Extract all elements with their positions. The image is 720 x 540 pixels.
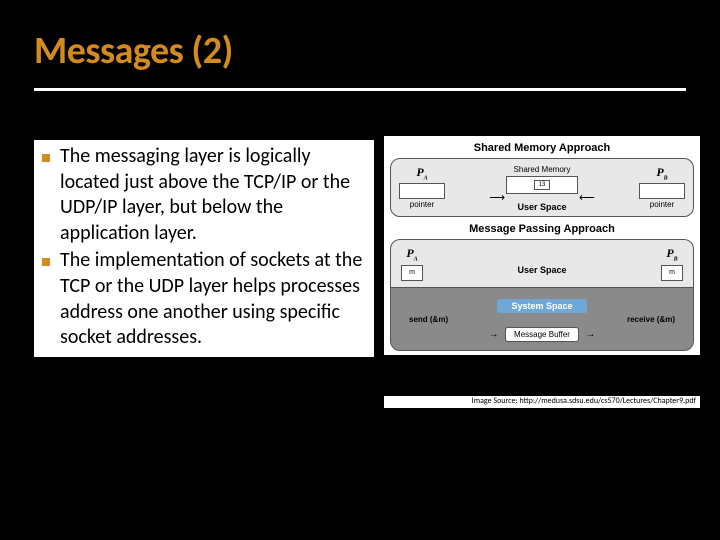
- shared-memory-cell: 13: [534, 180, 550, 190]
- figure-area: Shared Memory Approach PA pointer Shared…: [384, 136, 700, 355]
- system-space-label: System Space: [497, 299, 586, 313]
- figure2-upper: PA m User Space PB m ↓ ↑: [390, 239, 694, 286]
- process-b-group-2: PB m: [661, 246, 683, 280]
- bullet-item: The implementation of sockets at the TCP…: [38, 248, 368, 350]
- title-underline: [34, 88, 686, 91]
- body-text-area: The messaging layer is logically located…: [34, 140, 374, 357]
- figure2-lower: System Space send (&m) receive (&m) → Me…: [390, 287, 694, 351]
- figure1-box: PA pointer Shared Memory 13 PB po: [390, 158, 694, 217]
- pointer-label-b: pointer: [639, 200, 685, 209]
- figure2-title: Message Passing Approach: [390, 223, 694, 235]
- user-space-label-2: User Space: [517, 265, 566, 275]
- pointer-label-a: pointer: [399, 200, 445, 209]
- process-a-label-2: PA: [401, 246, 423, 262]
- shared-memory-group: Shared Memory 13: [451, 165, 633, 194]
- receive-label: receive (&m): [627, 315, 675, 324]
- process-b-box: [639, 183, 685, 199]
- m-box-a: m: [401, 265, 423, 281]
- arrow-right-icon: ⟶: [489, 193, 505, 204]
- process-b-group: PB pointer: [639, 165, 685, 209]
- buffer-row: → Message Buffer →: [401, 324, 683, 342]
- figure1-title: Shared Memory Approach: [390, 142, 694, 154]
- figure2-container: PA m User Space PB m ↓ ↑: [390, 239, 694, 350]
- slide-title: Messages (2): [34, 28, 233, 74]
- process-a-group-2: PA m: [401, 246, 423, 280]
- process-b-label-2: PB: [661, 246, 683, 262]
- process-b-label: PB: [639, 165, 685, 181]
- arrow-out-buffer-icon: →: [585, 329, 595, 340]
- process-a-group: PA pointer: [399, 165, 445, 209]
- send-label: send (&m): [409, 315, 448, 324]
- shared-memory-label: Shared Memory: [451, 165, 633, 174]
- message-buffer-box: Message Buffer: [505, 327, 579, 342]
- image-credit: Image Source: http://medusa.sdsu.edu/cs5…: [384, 396, 700, 408]
- figure2-row: PA m User Space PB m: [401, 246, 683, 280]
- user-space-mid: User Space: [429, 246, 655, 278]
- bullet-item: The messaging layer is logically located…: [38, 144, 368, 246]
- arrow-into-buffer-icon: →: [489, 329, 499, 340]
- shared-memory-box: 13: [506, 176, 578, 194]
- process-a-box: [399, 183, 445, 199]
- send-recv-row: send (&m) receive (&m): [401, 315, 683, 324]
- process-a-label: PA: [399, 165, 445, 181]
- m-box-b: m: [661, 265, 683, 281]
- arrow-left-icon: ⟵: [579, 193, 595, 204]
- bullet-list: The messaging layer is logically located…: [38, 144, 368, 351]
- slide: Messages (2) The messaging layer is logi…: [0, 0, 720, 540]
